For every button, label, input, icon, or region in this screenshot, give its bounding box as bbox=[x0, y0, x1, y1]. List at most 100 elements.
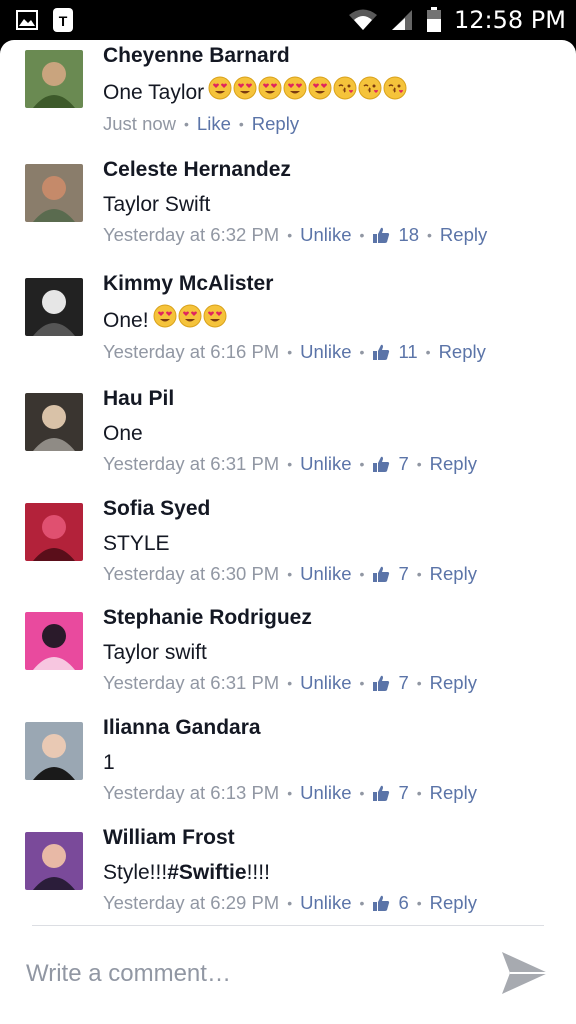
reply-button[interactable]: Reply bbox=[430, 780, 477, 806]
avatar[interactable] bbox=[25, 722, 83, 780]
like-count-value: 7 bbox=[398, 782, 409, 803]
unlike-button[interactable]: Unlike bbox=[300, 451, 351, 477]
comment-text-after: !!!! bbox=[246, 861, 270, 884]
like-count[interactable]: 18 bbox=[372, 222, 419, 248]
reply-button[interactable]: Reply bbox=[430, 451, 477, 477]
avatar[interactable] bbox=[25, 50, 83, 108]
like-count[interactable]: 6 bbox=[372, 890, 409, 916]
separator-dot: • bbox=[359, 344, 365, 360]
heart-eyes-emoji-icon bbox=[208, 76, 232, 109]
avatar[interactable] bbox=[25, 164, 83, 222]
comment-meta: Yesterday at 6:16 PM • Unlike • 11 • Repl… bbox=[103, 339, 556, 365]
reply-button[interactable]: Reply bbox=[252, 111, 299, 137]
like-count-value: 7 bbox=[398, 453, 409, 474]
comments-panel: Cheyenne Barnard One Taylor Just now • L… bbox=[0, 40, 576, 1024]
separator-dot: • bbox=[287, 675, 293, 691]
send-icon bbox=[502, 952, 548, 994]
comment-author[interactable]: Kimmy McAlister bbox=[103, 270, 556, 298]
like-count-value: 6 bbox=[398, 892, 409, 913]
avatar[interactable] bbox=[25, 832, 83, 890]
separator-dot: • bbox=[359, 675, 365, 691]
thumbs-up-icon bbox=[373, 227, 390, 243]
comment-text-content: One Taylor bbox=[103, 80, 205, 104]
separator-dot: • bbox=[427, 227, 432, 243]
comment-text: Taylor Swift bbox=[103, 190, 556, 220]
comment-body: Cheyenne Barnard One Taylor Just now • L… bbox=[103, 42, 556, 137]
like-count-value: 7 bbox=[398, 672, 409, 693]
like-count[interactable]: 7 bbox=[372, 561, 409, 587]
reply-button[interactable]: Reply bbox=[439, 339, 486, 365]
unlike-button[interactable]: Unlike bbox=[300, 890, 351, 916]
signal-icon bbox=[390, 9, 414, 31]
comment-input[interactable] bbox=[26, 954, 466, 994]
thumbs-up-icon bbox=[373, 344, 390, 360]
comment-text: One Taylor bbox=[103, 76, 556, 109]
comment-item: Cheyenne Barnard One Taylor Just now • L… bbox=[0, 42, 576, 152]
svg-text:T: T bbox=[59, 13, 68, 29]
hashtag-link[interactable]: #Swiftie bbox=[167, 858, 246, 888]
send-button[interactable] bbox=[498, 948, 552, 998]
comment-timestamp: Yesterday at 6:32 PM bbox=[103, 224, 280, 245]
heart-eyes-emoji-icon bbox=[283, 76, 307, 109]
thumbs-up-icon bbox=[373, 456, 390, 472]
comment-author[interactable]: Ilianna Gandara bbox=[103, 714, 556, 742]
comment-item: Stephanie Rodriguez Taylor swift Yesterd… bbox=[0, 604, 576, 714]
reply-button[interactable]: Reply bbox=[430, 890, 477, 916]
comment-author[interactable]: Hau Pil bbox=[103, 385, 556, 413]
comment-meta: Just now • Like • Reply bbox=[103, 111, 556, 137]
comment-body: Sofia Syed STYLE Yesterday at 6:30 PM • … bbox=[103, 495, 556, 587]
avatar[interactable] bbox=[25, 393, 83, 451]
unlike-button[interactable]: Unlike bbox=[300, 670, 351, 696]
comment-text: Taylor swift bbox=[103, 638, 556, 668]
comment-author[interactable]: Sofia Syed bbox=[103, 495, 556, 523]
comment-composer bbox=[0, 926, 576, 1024]
separator-dot: • bbox=[287, 566, 293, 582]
comment-author[interactable]: William Frost bbox=[103, 824, 556, 852]
comment-timestamp: Just now bbox=[103, 113, 177, 134]
separator-dot: • bbox=[359, 566, 365, 582]
comment-body: Ilianna Gandara 1 Yesterday at 6:13 PM •… bbox=[103, 714, 556, 806]
like-count[interactable]: 7 bbox=[372, 451, 409, 477]
thumbs-up-icon bbox=[373, 566, 390, 582]
comment-text-content: 1 bbox=[103, 751, 115, 774]
thumbs-up-icon bbox=[373, 675, 390, 691]
comment-text-content: Style!!! bbox=[103, 861, 168, 884]
comment-meta: Yesterday at 6:13 PM • Unlike • 7 • Reply bbox=[103, 780, 556, 806]
avatar[interactable] bbox=[25, 503, 83, 561]
avatar[interactable] bbox=[25, 612, 83, 670]
avatar[interactable] bbox=[25, 278, 83, 336]
comment-body: Celeste Hernandez Taylor Swift Yesterday… bbox=[103, 156, 556, 248]
comment-meta: Yesterday at 6:29 PM • Unlike • 6 • Reply bbox=[103, 890, 556, 916]
separator-dot: • bbox=[416, 895, 422, 911]
comment-text: Style!!! #Swiftie!!!! bbox=[103, 858, 556, 888]
comment-author[interactable]: Cheyenne Barnard bbox=[103, 42, 556, 70]
separator-dot: • bbox=[287, 785, 293, 801]
comment-text-content: STYLE bbox=[103, 532, 170, 555]
thumbs-up-icon bbox=[373, 895, 390, 911]
like-count[interactable]: 7 bbox=[372, 670, 409, 696]
reply-button[interactable]: Reply bbox=[430, 561, 477, 587]
like-count[interactable]: 7 bbox=[372, 780, 409, 806]
comment-item: William Frost Style!!! #Swiftie!!!! Yest… bbox=[0, 824, 576, 926]
like-count-value: 7 bbox=[398, 563, 409, 584]
reply-button[interactable]: Reply bbox=[430, 670, 477, 696]
separator-dot: • bbox=[416, 785, 422, 801]
unlike-button[interactable]: Unlike bbox=[300, 339, 351, 365]
reply-button[interactable]: Reply bbox=[440, 222, 487, 248]
comment-author[interactable]: Stephanie Rodriguez bbox=[103, 604, 556, 632]
kiss-emoji-icon bbox=[333, 76, 357, 109]
comment-item: Celeste Hernandez Taylor Swift Yesterday… bbox=[0, 156, 576, 266]
like-count[interactable]: 11 bbox=[372, 339, 418, 365]
comment-text-content: Taylor Swift bbox=[103, 193, 211, 216]
unlike-button[interactable]: Unlike bbox=[300, 222, 351, 248]
unlike-button[interactable]: Unlike bbox=[300, 780, 351, 806]
comment-author[interactable]: Celeste Hernandez bbox=[103, 156, 556, 184]
heart-eyes-emoji-icon bbox=[153, 304, 177, 337]
unlike-button[interactable]: Unlike bbox=[300, 561, 351, 587]
kiss-emoji-icon bbox=[358, 76, 382, 109]
separator-dot: • bbox=[359, 895, 365, 911]
emoji-group bbox=[153, 304, 227, 337]
comment-body: William Frost Style!!! #Swiftie!!!! Yest… bbox=[103, 824, 556, 916]
like-button[interactable]: Like bbox=[197, 111, 231, 137]
comment-item: Sofia Syed STYLE Yesterday at 6:30 PM • … bbox=[0, 495, 576, 605]
